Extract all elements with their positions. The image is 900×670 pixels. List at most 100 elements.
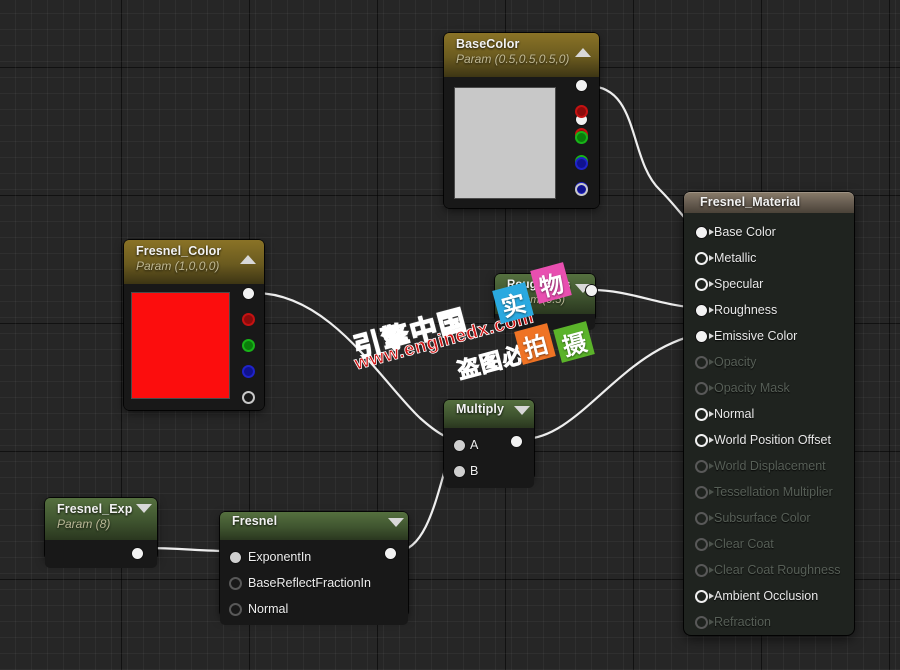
pin-fresnelexp-out[interactable]	[131, 547, 144, 560]
node-header[interactable]: Multiply	[444, 400, 534, 428]
node-fresnel-exp[interactable]: Fresnel_Exp Param (8)	[45, 498, 157, 560]
material-input-normal[interactable]: Normal	[684, 401, 854, 427]
material-input-subsurface-color[interactable]: Subsurface Color	[684, 505, 854, 531]
pin-tessellation-multiplier[interactable]	[695, 486, 708, 499]
material-input-refraction[interactable]: Refraction	[684, 609, 854, 635]
pin-opacity[interactable]	[695, 356, 708, 369]
pin-arrow-icon	[709, 385, 714, 391]
material-input-list: Base Color Metallic Specular Roughness E	[684, 213, 854, 643]
material-input-roughness[interactable]: Roughness	[684, 297, 854, 323]
node-header[interactable]: BaseColor Param (0.5,0.5,0.5,0)	[444, 33, 599, 77]
pin-normal[interactable]	[695, 408, 708, 421]
pin-arrow-icon	[709, 593, 714, 599]
pin-roughness[interactable]	[695, 304, 708, 317]
input-label: Normal	[248, 602, 288, 616]
pin-refraction[interactable]	[695, 616, 708, 629]
collapse-caret-icon[interactable]	[514, 406, 530, 415]
color-swatch[interactable]	[454, 87, 556, 199]
material-input-tessellation-multiplier[interactable]: Tessellation Multiplier	[684, 479, 854, 505]
input-row-normal[interactable]: Normal	[220, 596, 408, 622]
pin-ambient-occlusion[interactable]	[695, 590, 708, 603]
material-node-title: Fresnel_Material	[700, 195, 844, 210]
pin-basecolor-r[interactable]	[575, 105, 588, 118]
pin-multiply-b[interactable]	[453, 465, 466, 478]
input-label: Clear Coat Roughness	[714, 563, 840, 577]
pin-world-displacement[interactable]	[695, 460, 708, 473]
material-input-metallic[interactable]: Metallic	[684, 245, 854, 271]
pin-fresnel-normal[interactable]	[229, 603, 242, 616]
material-input-specular[interactable]: Specular	[684, 271, 854, 297]
collapse-caret-icon[interactable]	[240, 255, 256, 264]
input-row-b[interactable]: B	[444, 458, 534, 484]
pin-specular[interactable]	[695, 278, 708, 291]
color-swatch[interactable]	[131, 292, 230, 399]
pin-fresnel-basereflectfractionin[interactable]	[229, 577, 242, 590]
pin-fresnelcolor-a[interactable]	[242, 391, 255, 404]
input-label: B	[470, 464, 478, 478]
node-header[interactable]: Fresnel_Color Param (1,0,0,0)	[124, 240, 264, 284]
input-label: BaseReflectFractionIn	[248, 576, 371, 590]
pin-metallic[interactable]	[695, 252, 708, 265]
material-input-world-displacement[interactable]: World Displacement	[684, 453, 854, 479]
input-label: Tessellation Multiplier	[714, 485, 833, 499]
pin-subsurface-color[interactable]	[695, 512, 708, 525]
material-input-base-color[interactable]: Base Color	[684, 219, 854, 245]
pin-clear-coat-roughness[interactable]	[695, 564, 708, 577]
pin-fresnelcolor-b[interactable]	[242, 365, 255, 378]
input-label: Normal	[714, 407, 754, 421]
pin-fresnel-exponentin[interactable]	[229, 551, 242, 564]
input-row-exponentin[interactable]: ExponentIn	[220, 544, 408, 570]
node-title: BaseColor	[456, 37, 591, 52]
pin-emissive-color[interactable]	[695, 330, 708, 343]
node-fresnel-color[interactable]: Fresnel_Color Param (1,0,0,0)	[124, 240, 264, 410]
pin-world-position-offset[interactable]	[695, 434, 708, 447]
collapse-caret-icon[interactable]	[575, 48, 591, 57]
input-row-basereflectfractionin[interactable]: BaseReflectFractionIn	[220, 570, 408, 596]
pin-clear-coat[interactable]	[695, 538, 708, 551]
node-multiply[interactable]: Multiply A B	[444, 400, 534, 480]
material-input-clear-coat-roughness[interactable]: Clear Coat Roughness	[684, 557, 854, 583]
pin-arrow-icon	[709, 619, 714, 625]
pin-basecolor-g[interactable]	[575, 131, 588, 144]
pin-basecolor-a[interactable]	[575, 183, 588, 196]
watermark-brand-text: 引擎中国	[349, 298, 471, 366]
pin-fresnel-out[interactable]	[384, 547, 397, 560]
pin-basecolor-b[interactable]	[575, 157, 588, 170]
input-label: World Displacement	[714, 459, 826, 473]
material-input-world-position-offset[interactable]: World Position Offset	[684, 427, 854, 453]
pin-roughness-out[interactable]	[585, 284, 598, 297]
input-label: Refraction	[714, 615, 771, 629]
pin-arrow-icon	[709, 255, 714, 261]
node-fresnel-material[interactable]: Fresnel_Material Base Color Metallic Spe…	[684, 192, 854, 635]
pin-opacity-mask[interactable]	[695, 382, 708, 395]
node-subtitle: Param (1,0,0,0)	[136, 259, 256, 274]
pin-multiply-a[interactable]	[453, 439, 466, 452]
pin-multiply-out[interactable]	[510, 435, 523, 448]
pin-arrow-icon	[709, 489, 714, 495]
pin-basecolor-rgba[interactable]	[575, 79, 588, 92]
input-label: World Position Offset	[714, 433, 831, 447]
node-base-color[interactable]: BaseColor Param (0.5,0.5,0.5,0)	[444, 33, 599, 208]
pin-fresnelcolor-rgba[interactable]	[242, 287, 255, 300]
node-header[interactable]: Fresnel	[220, 512, 408, 540]
input-label: Subsurface Color	[714, 511, 811, 525]
pin-base-color[interactable]	[695, 226, 708, 239]
material-input-emissive-color[interactable]: Emissive Color	[684, 323, 854, 349]
node-subtitle: Param (0.5,0.5,0.5,0)	[456, 52, 591, 67]
pin-fresnelcolor-r[interactable]	[242, 313, 255, 326]
collapse-caret-icon[interactable]	[388, 518, 404, 527]
material-graph-canvas[interactable]: BaseColor Param (0.5,0.5,0.5,0) Fresnel_…	[0, 0, 900, 670]
node-header[interactable]: Fresnel_Exp Param (8)	[45, 498, 157, 540]
material-input-clear-coat[interactable]: Clear Coat	[684, 531, 854, 557]
material-input-opacity[interactable]: Opacity	[684, 349, 854, 375]
node-fresnel[interactable]: Fresnel ExponentIn BaseReflectFractionIn…	[220, 512, 408, 617]
pin-fresnelcolor-g[interactable]	[242, 339, 255, 352]
input-label: Emissive Color	[714, 329, 797, 343]
node-header[interactable]: Fresnel_Material	[684, 192, 854, 213]
node-subtitle: Param (8)	[57, 517, 149, 532]
pin-arrow-icon	[709, 515, 714, 521]
material-input-ambient-occlusion[interactable]: Ambient Occlusion	[684, 583, 854, 609]
material-input-opacity-mask[interactable]: Opacity Mask	[684, 375, 854, 401]
collapse-caret-icon[interactable]	[136, 504, 152, 513]
input-label: Clear Coat	[714, 537, 774, 551]
